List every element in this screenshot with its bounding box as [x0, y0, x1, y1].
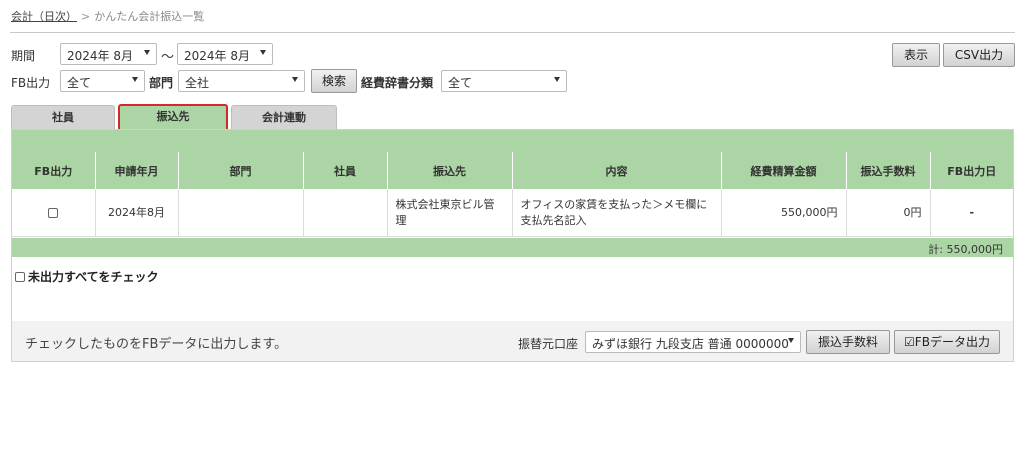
period-label: 期間 — [11, 49, 36, 63]
row-content: オフィスの家賃を支払った＞メモ欄に支払先名記入 — [512, 189, 722, 237]
period-to-value: 2024年 8月 — [184, 49, 250, 63]
fb-output-select[interactable]: 全て — [60, 70, 145, 92]
row-fee: 0円 — [846, 189, 931, 237]
tab-payee[interactable]: 振込先 — [118, 104, 228, 131]
tab-accounting-link[interactable]: 会計連動 — [231, 105, 337, 130]
column-header-fb-output: FB出力 — [12, 152, 96, 189]
breadcrumb: 会計（日次） > かんたん会計振込一覧 — [11, 8, 204, 24]
row-payee: 株式会社東京ビル管理 — [387, 189, 513, 237]
column-header-fb-date: FB出力日 — [930, 152, 1013, 189]
column-header-employee: 社員 — [303, 152, 388, 189]
row-amount: 550,000円 — [721, 189, 847, 237]
column-header-fee: 振込手数料 — [846, 152, 931, 189]
check-all-unexported[interactable]: 未出力すべてをチェック — [15, 268, 158, 285]
csv-export-button[interactable]: CSV出力 — [943, 43, 1015, 67]
source-account-label: 振替元口座 — [518, 337, 579, 351]
check-all-checkbox[interactable] — [15, 271, 25, 282]
total-amount: 計: 550,000円 — [928, 243, 1003, 256]
column-header-department: 部門 — [178, 152, 304, 189]
column-header-content: 内容 — [512, 152, 722, 189]
check-all-label: 未出力すべてをチェック — [28, 270, 159, 284]
department-select[interactable]: 全社 — [178, 70, 305, 92]
chevron-down-icon — [554, 77, 560, 82]
expense-category-value: 全て — [448, 76, 473, 90]
total-bar: 計: 550,000円 — [12, 238, 1013, 257]
breadcrumb-current: かんたん会計振込一覧 — [94, 10, 205, 23]
row-fb-checkbox-cell — [12, 189, 96, 237]
fb-output-label: FB出力 — [11, 76, 51, 90]
chevron-down-icon — [132, 77, 138, 82]
period-to-select[interactable]: 2024年 8月 — [177, 43, 273, 65]
breadcrumb-separator: > — [81, 10, 91, 23]
row-employee — [303, 189, 388, 237]
period-tilde: 〜 — [161, 50, 175, 65]
chevron-down-icon — [144, 50, 150, 55]
row-month: 2024年8月 — [95, 189, 179, 237]
table-row: 2024年8月 株式会社東京ビル管理 オフィスの家賃を支払った＞メモ欄に支払先名… — [12, 189, 1013, 237]
search-button[interactable]: 検索 — [311, 69, 357, 93]
source-account-value: みずほ銀行 九段支店 普通 0000000 — [592, 337, 789, 351]
fb-output-value: 全て — [67, 76, 92, 90]
table-header-row: FB出力 申請年月 部門 社員 振込先 内容 経費精算金額 振込手数料 FB出力… — [12, 152, 1013, 189]
column-header-amount: 経費精算金額 — [721, 152, 847, 189]
column-header-month: 申請年月 — [95, 152, 179, 189]
header-divider — [10, 32, 1015, 33]
payee-table: FB出力 申請年月 部門 社員 振込先 内容 経費精算金額 振込手数料 FB出力… — [12, 152, 1013, 237]
column-header-payee: 振込先 — [387, 152, 513, 189]
fb-data-export-button[interactable]: ☑FBデータ出力 — [894, 330, 1000, 354]
display-button[interactable]: 表示 — [892, 43, 940, 67]
breadcrumb-parent-link[interactable]: 会計（日次） — [11, 10, 77, 23]
department-label: 部門 — [149, 76, 174, 90]
expense-category-label: 経費辞書分類 — [361, 76, 434, 90]
department-value: 全社 — [185, 76, 210, 90]
period-from-select[interactable]: 2024年 8月 — [60, 43, 157, 65]
source-account-select[interactable]: みずほ銀行 九段支店 普通 0000000 — [585, 331, 801, 353]
chevron-down-icon — [260, 50, 266, 55]
chevron-down-icon — [788, 338, 794, 343]
period-from-value: 2024年 8月 — [67, 49, 133, 63]
row-fb-date: - — [930, 189, 1013, 237]
tab-employee[interactable]: 社員 — [11, 105, 115, 130]
row-department — [178, 189, 304, 237]
panel-header-bar — [12, 130, 1013, 152]
footer-message: チェックしたものをFBデータに出力します。 — [25, 337, 288, 352]
row-fb-checkbox[interactable] — [48, 207, 59, 218]
chevron-down-icon — [292, 77, 298, 82]
transfer-fee-button[interactable]: 振込手数料 — [806, 330, 890, 354]
expense-category-select[interactable]: 全て — [441, 70, 567, 92]
